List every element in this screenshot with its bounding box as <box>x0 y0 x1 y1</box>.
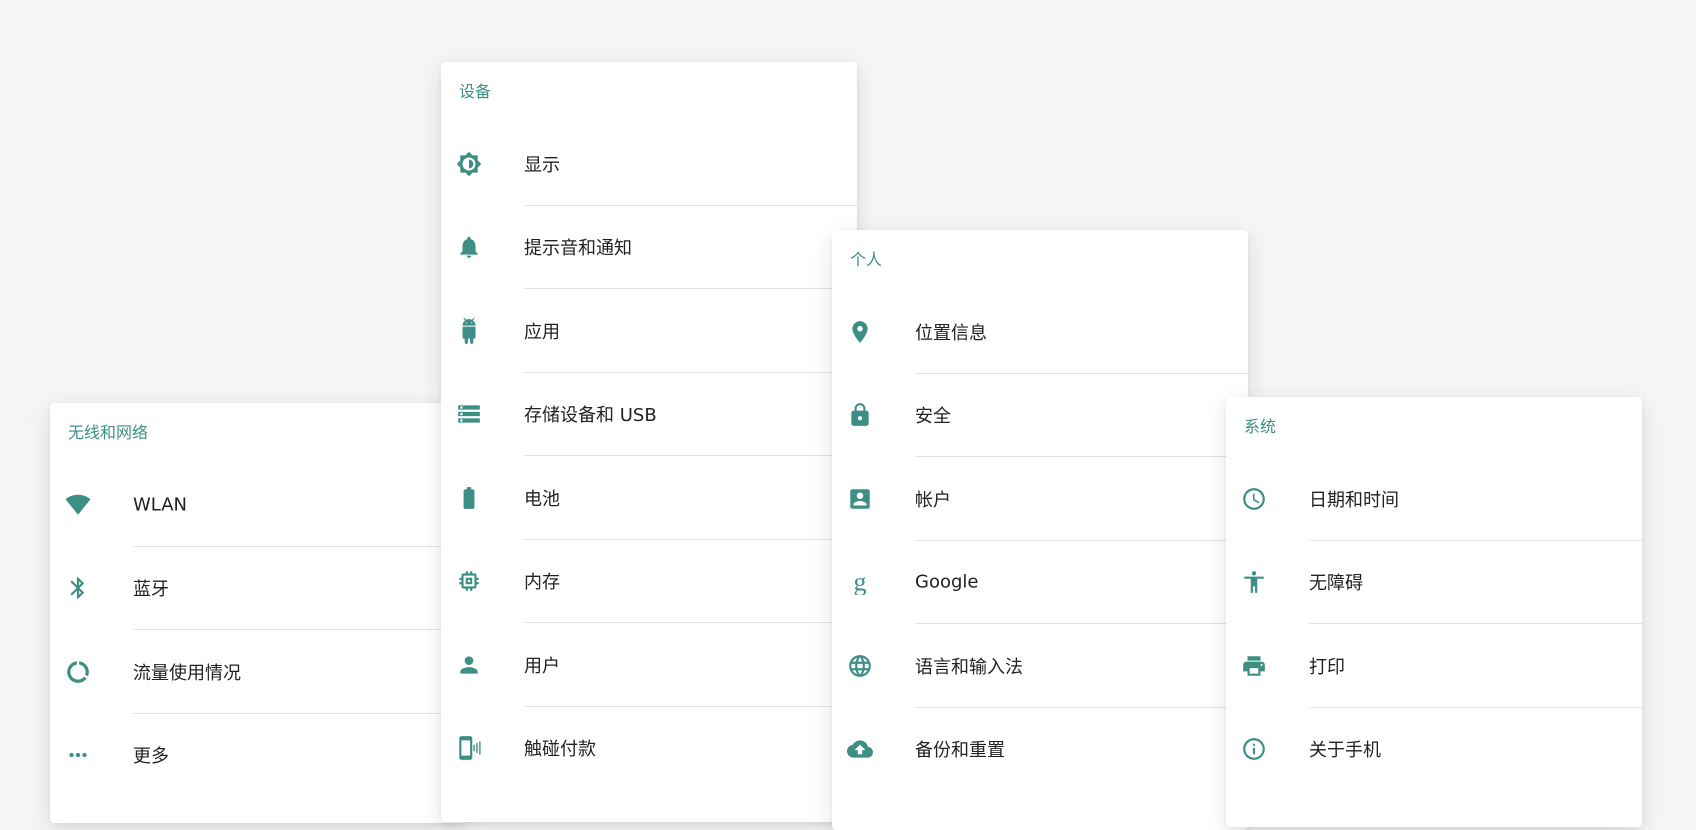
settings-item-label: 位置信息 <box>915 322 987 344</box>
settings-item-security[interactable]: 安全 <box>832 374 1248 457</box>
settings-item-apps[interactable]: 应用 <box>441 289 857 373</box>
printer-icon <box>1240 652 1268 680</box>
settings-item-printing[interactable]: 打印 <box>1226 624 1642 708</box>
personal-card: 个人 位置信息 安全 帐户 g Google 语言和输入法 备份和重置 <box>832 230 1248 830</box>
settings-item-label: 内存 <box>524 572 560 594</box>
battery-icon <box>455 484 483 512</box>
svg-text:g: g <box>854 569 867 595</box>
settings-item-label: 语言和输入法 <box>915 656 1023 678</box>
globe-icon <box>846 652 874 680</box>
lock-icon <box>846 401 874 429</box>
section-title-wireless: 无线和网络 <box>68 423 149 442</box>
settings-item-backup-reset[interactable]: 备份和重置 <box>832 708 1248 792</box>
settings-item-more[interactable]: 更多 <box>50 714 466 798</box>
settings-item-bluetooth[interactable]: 蓝牙 <box>50 547 466 630</box>
account-box-icon <box>846 485 874 513</box>
settings-item-label: 蓝牙 <box>133 579 169 601</box>
settings-item-label: 日期和时间 <box>1309 489 1399 511</box>
settings-item-label: 备份和重置 <box>915 740 1005 762</box>
google-g-icon: g <box>846 568 874 596</box>
location-pin-icon <box>846 318 874 346</box>
android-icon <box>455 317 483 345</box>
settings-item-tap-and-pay[interactable]: 触碰付款 <box>441 707 857 791</box>
settings-item-label: 流量使用情况 <box>133 662 241 684</box>
clock-icon <box>1240 485 1268 513</box>
settings-item-wlan[interactable]: WLAN <box>50 463 466 547</box>
settings-item-memory[interactable]: 内存 <box>441 540 857 623</box>
settings-item-about-phone[interactable]: 关于手机 <box>1226 708 1642 792</box>
settings-item-label: 存储设备和 USB <box>524 405 657 427</box>
settings-item-label: 触碰付款 <box>524 739 596 761</box>
settings-item-label: 电池 <box>524 488 560 510</box>
brightness-icon <box>455 150 483 178</box>
settings-item-display[interactable]: 显示 <box>441 122 857 206</box>
tap-pay-icon <box>455 734 483 762</box>
settings-item-accounts[interactable]: 帐户 <box>832 457 1248 541</box>
settings-item-users[interactable]: 用户 <box>441 623 857 707</box>
wireless-networks-card: 无线和网络 WLAN 蓝牙 流量使用情况 更多 <box>50 403 466 823</box>
settings-item-label: 关于手机 <box>1309 740 1381 762</box>
memory-icon <box>455 567 483 595</box>
settings-item-label: 用户 <box>524 655 560 677</box>
info-icon <box>1240 735 1268 763</box>
system-card: 系统 日期和时间 无障碍 打印 关于手机 <box>1226 397 1642 827</box>
settings-item-label: 安全 <box>915 406 951 428</box>
more-dots-icon <box>64 741 92 769</box>
settings-item-label: 提示音和通知 <box>524 238 632 260</box>
settings-item-label: 显示 <box>524 154 560 176</box>
bell-icon <box>455 233 483 261</box>
settings-item-google[interactable]: g Google <box>832 541 1248 624</box>
section-title-device: 设备 <box>459 82 492 101</box>
settings-item-label: Google <box>915 571 979 593</box>
settings-item-label: 帐户 <box>915 489 951 511</box>
settings-item-storage-usb[interactable]: 存储设备和 USB <box>441 373 857 456</box>
settings-item-label: WLAN <box>133 494 188 516</box>
settings-item-sound-notifications[interactable]: 提示音和通知 <box>441 206 857 289</box>
settings-item-label: 打印 <box>1309 656 1345 678</box>
storage-icon <box>455 400 483 428</box>
settings-item-accessibility[interactable]: 无障碍 <box>1226 541 1642 624</box>
settings-item-label: 应用 <box>524 321 560 343</box>
settings-item-location[interactable]: 位置信息 <box>832 290 1248 374</box>
wifi-icon <box>64 491 92 519</box>
cloud-upload-icon <box>846 735 874 763</box>
settings-item-language-input[interactable]: 语言和输入法 <box>832 624 1248 708</box>
settings-item-battery[interactable]: 电池 <box>441 456 857 540</box>
data-usage-icon <box>64 658 92 686</box>
settings-item-data-usage[interactable]: 流量使用情况 <box>50 630 466 714</box>
settings-item-label: 无障碍 <box>1309 573 1363 595</box>
bluetooth-icon <box>64 574 92 602</box>
settings-item-date-time[interactable]: 日期和时间 <box>1226 457 1642 541</box>
person-icon <box>455 651 483 679</box>
section-title-personal: 个人 <box>850 250 883 269</box>
device-card: 设备 显示 提示音和通知 应用 存储设备和 USB 电池 内存 用户 触碰付款 <box>441 62 857 822</box>
section-title-system: 系统 <box>1244 417 1277 436</box>
accessibility-icon <box>1240 568 1268 596</box>
settings-item-label: 更多 <box>133 746 169 768</box>
